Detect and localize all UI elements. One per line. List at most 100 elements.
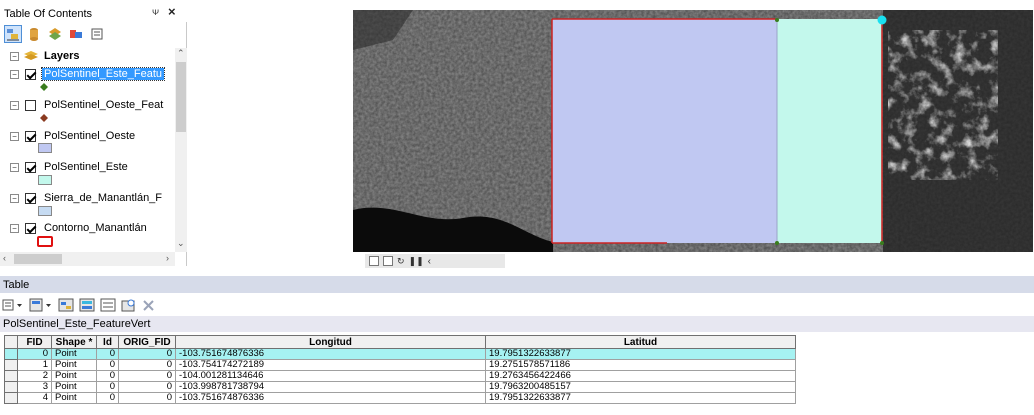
cell-longitud[interactable]: -104.001281134646 [175,370,486,382]
row-selector[interactable] [4,359,18,371]
scroll-left-icon[interactable]: ‹ [3,253,6,263]
layer-visibility-checkbox[interactable] [25,68,36,80]
layer-name[interactable]: Sierra_de_Manantlán_F [42,192,164,204]
cell-latitud[interactable]: 19.7951322633877 [485,348,796,360]
cell-shape[interactable]: Point [51,381,97,393]
toc-vertical-scrollbar[interactable]: ⌃ ⌄ [175,48,187,252]
column-header-shape[interactable]: Shape * [51,335,97,349]
collapse-icon[interactable]: − [10,162,19,172]
column-header-orig-fid[interactable]: ORIG_FID [118,335,176,349]
cell-id[interactable]: 0 [96,381,119,393]
cell-orig-fid[interactable]: 0 [118,348,176,360]
pause-icon[interactable]: ❚❚ [409,256,424,267]
cell-longitud[interactable]: -103.754174272189 [175,359,486,371]
select-by-attributes-icon[interactable] [58,298,74,312]
layer-visibility-checkbox[interactable] [25,130,36,142]
layer-name[interactable]: PolSentinel_Este [42,161,130,173]
collapse-icon[interactable]: − [10,223,19,233]
cell-id[interactable]: 0 [96,392,119,404]
clear-selection-icon[interactable] [100,298,116,312]
cell-fid[interactable]: 3 [17,381,52,393]
cell-id[interactable]: 0 [96,348,119,360]
table-options-icon[interactable] [2,298,24,312]
scroll-right-icon[interactable]: › [166,253,169,263]
layers-root-item[interactable]: − Layers [0,48,81,64]
polygon-polsentinel-oeste[interactable] [552,19,777,243]
satellite-map[interactable] [353,10,1033,252]
scroll-down-icon[interactable]: ⌄ [177,238,185,249]
layer-name[interactable]: PolSentinel_Oeste [42,130,137,142]
layer-item-contorno-manantlan[interactable]: − Contorno_Manantlán [0,220,149,236]
toc-horizontal-scrollbar[interactable]: ‹ › [0,252,175,266]
cell-latitud[interactable]: 19.2751578571186 [485,359,796,371]
options-button[interactable] [88,25,106,43]
collapse-icon[interactable]: − [10,131,19,141]
cell-id[interactable]: 0 [96,370,119,382]
column-header-id[interactable]: Id [96,335,119,349]
table-row[interactable]: 4 Point 0 0 -103.751674876336 19.795132263387… [4,392,796,404]
layer-visibility-checkbox[interactable] [25,161,36,173]
scrollbar-thumb[interactable] [176,62,186,132]
map-view[interactable]: ↻ ❚❚ ‹ [187,0,1034,268]
data-view-icon[interactable] [369,256,379,266]
selected-vertex-point[interactable] [877,15,887,25]
collapse-icon[interactable]: − [10,193,19,203]
cell-latitud[interactable]: 19.7951322633877 [485,392,796,404]
switch-selection-icon[interactable] [79,298,95,312]
layer-item-sierra-de-manantlan[interactable]: − Sierra_de_Manantlán_F [0,190,164,206]
layer-item-polsentinel-este-featurevert[interactable]: − PolSentinel_Este_Featu [0,66,166,82]
cell-fid[interactable]: 0 [17,348,52,360]
collapse-icon[interactable]: − [10,69,19,79]
zoom-to-selected-icon[interactable] [121,298,137,312]
cell-longitud[interactable]: -103.751674876336 [175,348,486,360]
cell-orig-fid[interactable]: 0 [118,370,176,382]
layer-item-polsentinel-este[interactable]: − PolSentinel_Este [0,159,130,175]
cell-longitud[interactable]: -103.998781738794 [175,381,486,393]
list-by-drawing-order-button[interactable] [4,25,22,43]
cell-latitud[interactable]: 19.2763456422466 [485,370,796,382]
column-header-longitud[interactable]: Longitud [175,335,486,349]
delete-selected-icon[interactable] [142,298,156,312]
cell-fid[interactable]: 2 [17,370,52,382]
row-selector[interactable] [4,348,18,360]
layer-item-polsentinel-oeste-featurevert[interactable]: − PolSentinel_Oeste_Feat [0,97,165,113]
layer-visibility-checkbox[interactable] [25,222,36,234]
table-row[interactable]: 0 Point 0 0 -103.751674876336 19.795132263387… [4,348,796,360]
cell-shape[interactable]: Point [51,359,97,371]
list-by-source-button[interactable] [25,25,43,43]
table-row[interactable]: 3 Point 0 0 -103.998781738794 19.796320048515… [4,381,796,393]
table-row[interactable]: 2 Point 0 0 -104.001281134646 19.276345642246… [4,370,796,382]
cell-id[interactable]: 0 [96,359,119,371]
vertex-point[interactable] [775,241,779,245]
list-by-visibility-button[interactable] [46,25,64,43]
cell-orig-fid[interactable]: 0 [118,381,176,393]
scroll-left-icon[interactable]: ‹ [428,256,431,267]
layer-name[interactable]: PolSentinel_Este_Featu [40,67,166,81]
pin-icon[interactable]: ᴪ [152,7,159,18]
row-selector[interactable] [4,381,18,393]
cell-shape[interactable]: Point [51,392,97,404]
cell-fid[interactable]: 1 [17,359,52,371]
list-by-selection-button[interactable] [67,25,85,43]
layout-view-icon[interactable] [383,256,393,266]
cell-longitud[interactable]: -103.751674876336 [175,392,486,404]
cell-shape[interactable]: Point [51,370,97,382]
cell-shape[interactable]: Point [51,348,97,360]
cell-orig-fid[interactable]: 0 [118,392,176,404]
refresh-icon[interactable]: ↻ [397,256,405,267]
column-header-fid[interactable]: FID [17,335,52,349]
cell-latitud[interactable]: 19.7963200485157 [485,381,796,393]
layer-item-polsentinel-oeste[interactable]: − PolSentinel_Oeste [0,128,137,144]
scrollbar-thumb[interactable] [14,254,62,264]
layer-name[interactable]: Contorno_Manantlán [42,222,149,234]
scroll-up-icon[interactable]: ⌃ [177,48,185,59]
row-selector[interactable] [4,370,18,382]
layer-visibility-checkbox[interactable] [25,192,36,204]
table-tab[interactable]: PolSentinel_Este_FeatureVert [0,316,1034,332]
cell-orig-fid[interactable]: 0 [118,359,176,371]
table-row[interactable]: 1 Point 0 0 -103.754174272189 19.275157857118… [4,359,796,371]
layer-name[interactable]: PolSentinel_Oeste_Feat [42,99,165,111]
vertex-point[interactable] [880,241,884,245]
collapse-icon[interactable]: − [10,51,19,61]
row-selector[interactable] [4,392,18,404]
